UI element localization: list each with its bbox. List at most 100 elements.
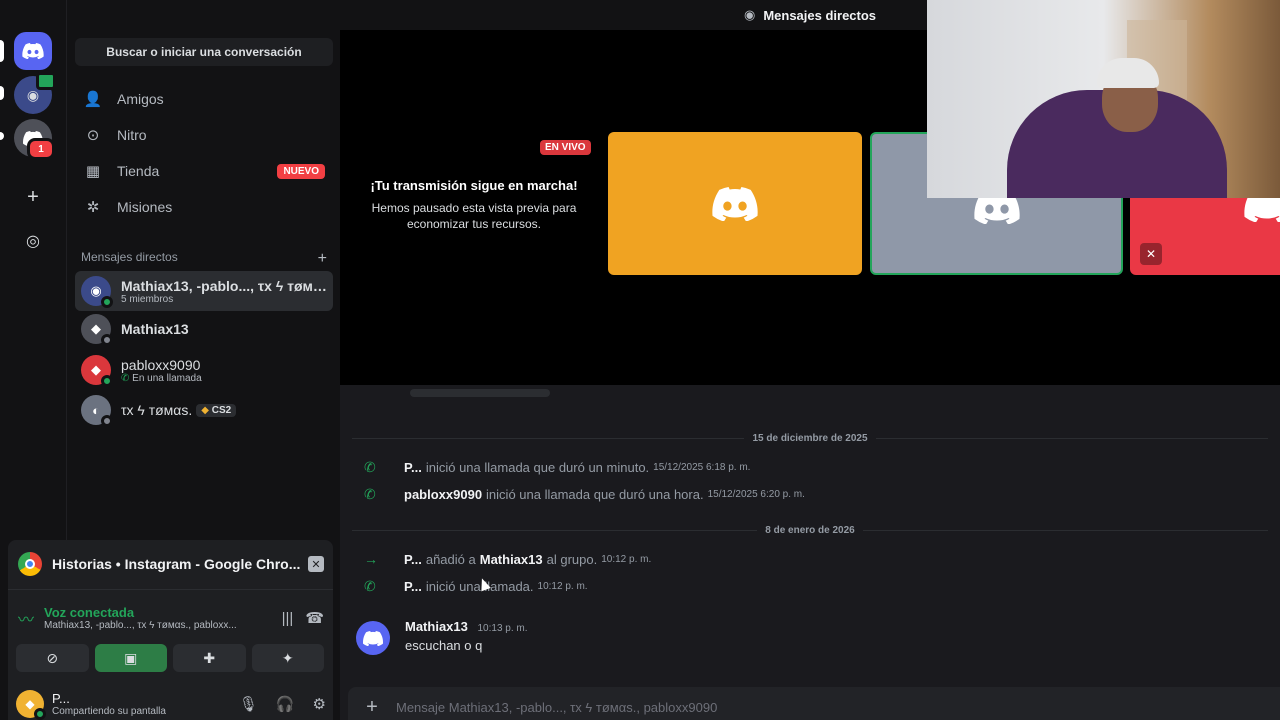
add-server-icon[interactable]: + bbox=[14, 178, 52, 216]
in-call-icon: ✆ bbox=[121, 372, 133, 384]
stream-paused-description: Hemos pausado esta vista previa para eco… bbox=[371, 201, 577, 231]
voice-connected-label[interactable]: Voz conectada bbox=[44, 605, 270, 620]
nav-quests[interactable]: ✲ Misiones bbox=[75, 191, 333, 223]
timestamp: 10:12 p. m. bbox=[601, 553, 652, 565]
discord-app: ◉ 1 + ◎ Buscar o iniciar una conversació… bbox=[0, 0, 1280, 720]
dm-name: τх ϟ тøмαѕ. bbox=[121, 402, 193, 418]
rail-unread-indicator-2 bbox=[0, 132, 4, 140]
noise-suppression-icon[interactable]: ||| bbox=[282, 610, 294, 627]
nav-friends-label: Amigos bbox=[117, 91, 164, 107]
message-composer: + bbox=[348, 687, 1280, 720]
dm-name: pabloxx9090 bbox=[121, 356, 201, 373]
game-tag: ◆ CS2 bbox=[196, 403, 237, 417]
add-dm-icon[interactable]: + bbox=[318, 250, 327, 268]
headphones-icon[interactable]: 🎧 bbox=[276, 695, 295, 713]
system-text: añadió a bbox=[425, 551, 476, 567]
system-text: inició una llamada que duró un minuto. bbox=[425, 459, 650, 475]
quests-icon: ✲ bbox=[86, 199, 100, 216]
chat-message: Mathiax13 10:13 p. m. escuchan o q bbox=[356, 619, 528, 659]
friends-icon: 👤 bbox=[83, 91, 103, 108]
discord-home-icon[interactable] bbox=[14, 32, 52, 70]
disconnect-icon[interactable]: ☎ bbox=[305, 609, 324, 627]
dm-sub: ✆ En una llamada bbox=[121, 373, 202, 384]
dm-header: Mensajes directos + bbox=[81, 250, 327, 268]
microphone-icon[interactable]: 🎙 bbox=[239, 695, 258, 713]
stream-paused-title: ¡Tu transmisión sigue en marcha! bbox=[370, 178, 578, 193]
status-dot bbox=[101, 334, 113, 346]
system-message: → P... añadió a Mathiax13 al grupo. 10:1… bbox=[364, 549, 651, 569]
nav-shop[interactable]: ▦ Tienda NUEVO bbox=[75, 155, 333, 187]
timestamp: 10:12 p. m. bbox=[537, 580, 588, 592]
screen-share-button[interactable]: ▣ bbox=[94, 644, 167, 672]
avatar: ◆ bbox=[81, 314, 113, 346]
message-author[interactable]: Mathiax13 bbox=[405, 619, 468, 634]
date-divider: 15 de diciembre de 2025 bbox=[352, 431, 1269, 445]
avatar: ◉ bbox=[81, 276, 113, 308]
game-icon: ◆ bbox=[201, 404, 209, 416]
camera-off-button[interactable]: ⊘ bbox=[16, 644, 89, 672]
main-area: ◉ Mensajes directos EN VIVO ¡Tu transmis… bbox=[340, 0, 1280, 720]
actor-name[interactable]: P... bbox=[404, 579, 422, 594]
search-conversation-button[interactable]: Buscar o iniciar una conversación bbox=[75, 38, 333, 66]
message-input[interactable] bbox=[396, 699, 1280, 715]
voice-panel: Historias • Instagram - Google Chro... ✕… bbox=[8, 540, 333, 720]
shop-icon: ▦ bbox=[85, 163, 101, 180]
nav-nitro-label: Nitro bbox=[117, 127, 147, 143]
dm-item-mathiax13[interactable]: ◆ Mathiax13 bbox=[75, 309, 333, 349]
dm-sub-text: En una llamada bbox=[132, 372, 202, 384]
dm-item-group[interactable]: ◉ Mathiax13, -pablo..., τх ϟ тøмαѕ... 5 … bbox=[75, 271, 333, 311]
settings-gear-icon[interactable]: ⚙ bbox=[313, 695, 326, 713]
voice-status-row: 〰 Voz conectada Mathiax13, -pablo..., τх… bbox=[18, 600, 324, 636]
dm-item-pabloxx9090[interactable]: ◆ pabloxx9090 ✆ En una llamada bbox=[75, 350, 333, 390]
activities-button[interactable]: ✚ bbox=[173, 644, 246, 672]
status-dot bbox=[101, 296, 113, 308]
participant-tile-1[interactable] bbox=[608, 132, 862, 275]
page-title: Mensajes directos bbox=[763, 7, 877, 23]
stream-title: Historias • Instagram - Google Chro... bbox=[52, 556, 301, 572]
activity-badge bbox=[36, 72, 56, 90]
actor-name[interactable]: pabloxx9090 bbox=[404, 487, 482, 502]
nav-friends[interactable]: 👤 Amigos bbox=[75, 83, 333, 115]
attach-plus-icon[interactable]: + bbox=[348, 696, 396, 719]
status-dot bbox=[101, 375, 113, 387]
avatar[interactable]: ◆ bbox=[16, 690, 46, 720]
target-name[interactable]: Mathiax13 bbox=[480, 552, 543, 567]
game-tag-label: CS2 bbox=[211, 404, 232, 416]
avatar: ◐ bbox=[81, 395, 113, 427]
timestamp: 15/12/2025 6:20 p. m. bbox=[707, 488, 805, 500]
stop-stream-icon[interactable]: ✕ bbox=[308, 556, 324, 572]
soundboard-button[interactable]: ✦ bbox=[251, 644, 324, 672]
nitro-icon: ⊙ bbox=[86, 127, 100, 144]
dm-header-label: Mensajes directos bbox=[81, 250, 178, 264]
nav-quests-label: Misiones bbox=[117, 199, 173, 215]
group-server-icon[interactable]: ◉ bbox=[14, 72, 56, 114]
chrome-icon bbox=[18, 552, 42, 576]
dm-item-tomas[interactable]: ◐ τх ϟ тøмαѕ. ◆ CS2 bbox=[75, 390, 333, 430]
discord-server-icon[interactable]: 1 bbox=[14, 119, 55, 160]
live-badge: EN VIVO bbox=[540, 140, 591, 155]
arrow-right-icon: → bbox=[364, 551, 378, 567]
actor-name[interactable]: P... bbox=[404, 552, 422, 567]
dm-sub: 5 miembros bbox=[121, 293, 174, 305]
status-dot bbox=[101, 415, 113, 427]
voice-channel-members: Mathiax13, -pablo..., τх ϟ тøмαѕ., pablo… bbox=[44, 620, 237, 631]
timestamp: 15/12/2025 6:18 p. m. bbox=[653, 461, 751, 473]
discord-avatar-icon bbox=[712, 186, 758, 221]
signal-icon: 〰 bbox=[18, 612, 35, 629]
phone-call-icon: ✆ bbox=[364, 458, 376, 475]
nav-shop-label: Tienda bbox=[117, 163, 160, 179]
system-message: ✆ P... inició una llamada. 10:12 p. m. bbox=[364, 576, 588, 596]
nav-nitro[interactable]: ⊙ Nitro bbox=[75, 119, 333, 151]
explore-icon[interactable]: ◎ bbox=[14, 222, 52, 260]
muted-mic-icon: ✕ bbox=[1140, 243, 1162, 265]
status-dot bbox=[34, 708, 46, 720]
dm-name: Mathiax13 bbox=[121, 321, 189, 337]
rail-unread-indicator bbox=[0, 86, 4, 100]
discord-logo-icon: ◉ bbox=[743, 7, 756, 22]
system-text-2: al grupo. bbox=[546, 551, 598, 567]
user-name: P... bbox=[52, 691, 70, 706]
actor-name[interactable]: P... bbox=[404, 460, 422, 475]
system-message: ✆ P... inició una llamada que duró un mi… bbox=[364, 457, 750, 477]
avatar[interactable] bbox=[356, 621, 390, 655]
soundboard-icon: ✦ bbox=[281, 649, 294, 666]
